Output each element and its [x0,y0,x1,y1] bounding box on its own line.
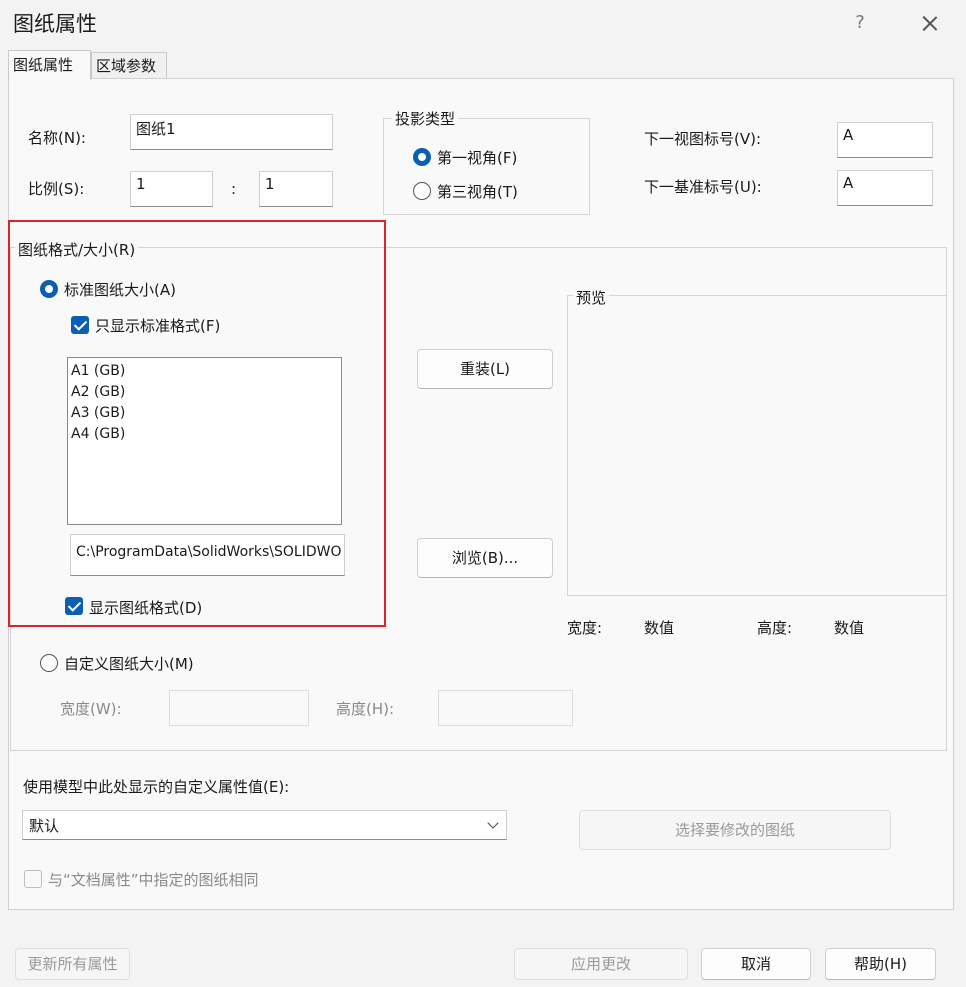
scale-label: 比例(S): [28,180,85,198]
chevron-down-icon [487,817,499,829]
custom-width-label: 宽度(W): [60,700,122,718]
preview-area [567,295,947,596]
custom-size-radio[interactable] [40,654,58,672]
same-as-doc-checkbox[interactable] [24,870,42,888]
next-datum-label: 下一基准标号(U): [644,178,762,196]
next-view-field[interactable]: A [837,122,933,158]
custom-size-label: 自定义图纸大小(M) [64,655,194,673]
third-angle-radio[interactable] [413,182,431,200]
custom-props-select[interactable]: 默认 [22,810,507,840]
projection-type-title: 投影类型 [392,108,459,129]
help-icon[interactable]: ? [848,10,872,36]
close-icon[interactable] [912,8,946,38]
tab-zone-parameters[interactable]: 区域参数 [91,52,167,78]
reload-button[interactable]: 重装(L) [417,349,553,389]
preview-width-value: 数值 [644,619,675,637]
select-sheet-button[interactable]: 选择要修改的图纸 [579,810,891,850]
title-bar: 图纸属性 ? [0,0,966,46]
scale-separator: : [231,180,237,198]
third-angle-label: 第三视角(T) [437,183,518,201]
first-angle-label: 第一视角(F) [437,149,518,167]
next-datum-field[interactable]: A [837,170,933,206]
custom-height-field[interactable] [438,690,573,726]
scale-numerator-field[interactable]: 1 [130,171,213,207]
help-button[interactable]: 帮助(H) [825,948,936,980]
custom-width-field[interactable] [169,690,309,726]
highlight-box [8,220,386,627]
preview-width-label: 宽度: [567,619,603,637]
apply-button[interactable]: 应用更改 [514,948,688,980]
same-as-doc-label: 与“文档属性”中指定的图纸相同 [48,871,259,889]
tab-sheet-properties[interactable]: 图纸属性 [8,50,91,80]
name-label: 名称(N): [28,129,86,147]
custom-props-label: 使用模型中此处显示的自定义属性值(E): [23,778,290,796]
dialog-title: 图纸属性 [13,12,97,36]
preview-title: 预览 [573,287,610,308]
scale-denominator-field[interactable]: 1 [259,171,333,207]
name-field[interactable]: 图纸1 [130,114,333,150]
preview-height-label: 高度: [757,619,793,637]
custom-props-selected: 默认 [29,817,60,835]
next-view-label: 下一视图标号(V): [644,130,762,148]
cancel-button[interactable]: 取消 [701,948,811,980]
update-all-button[interactable]: 更新所有属性 [15,948,130,980]
preview-height-value: 数值 [834,619,865,637]
first-angle-radio[interactable] [413,148,431,166]
custom-height-label: 高度(H): [336,700,395,718]
browse-button[interactable]: 浏览(B)... [417,538,553,578]
